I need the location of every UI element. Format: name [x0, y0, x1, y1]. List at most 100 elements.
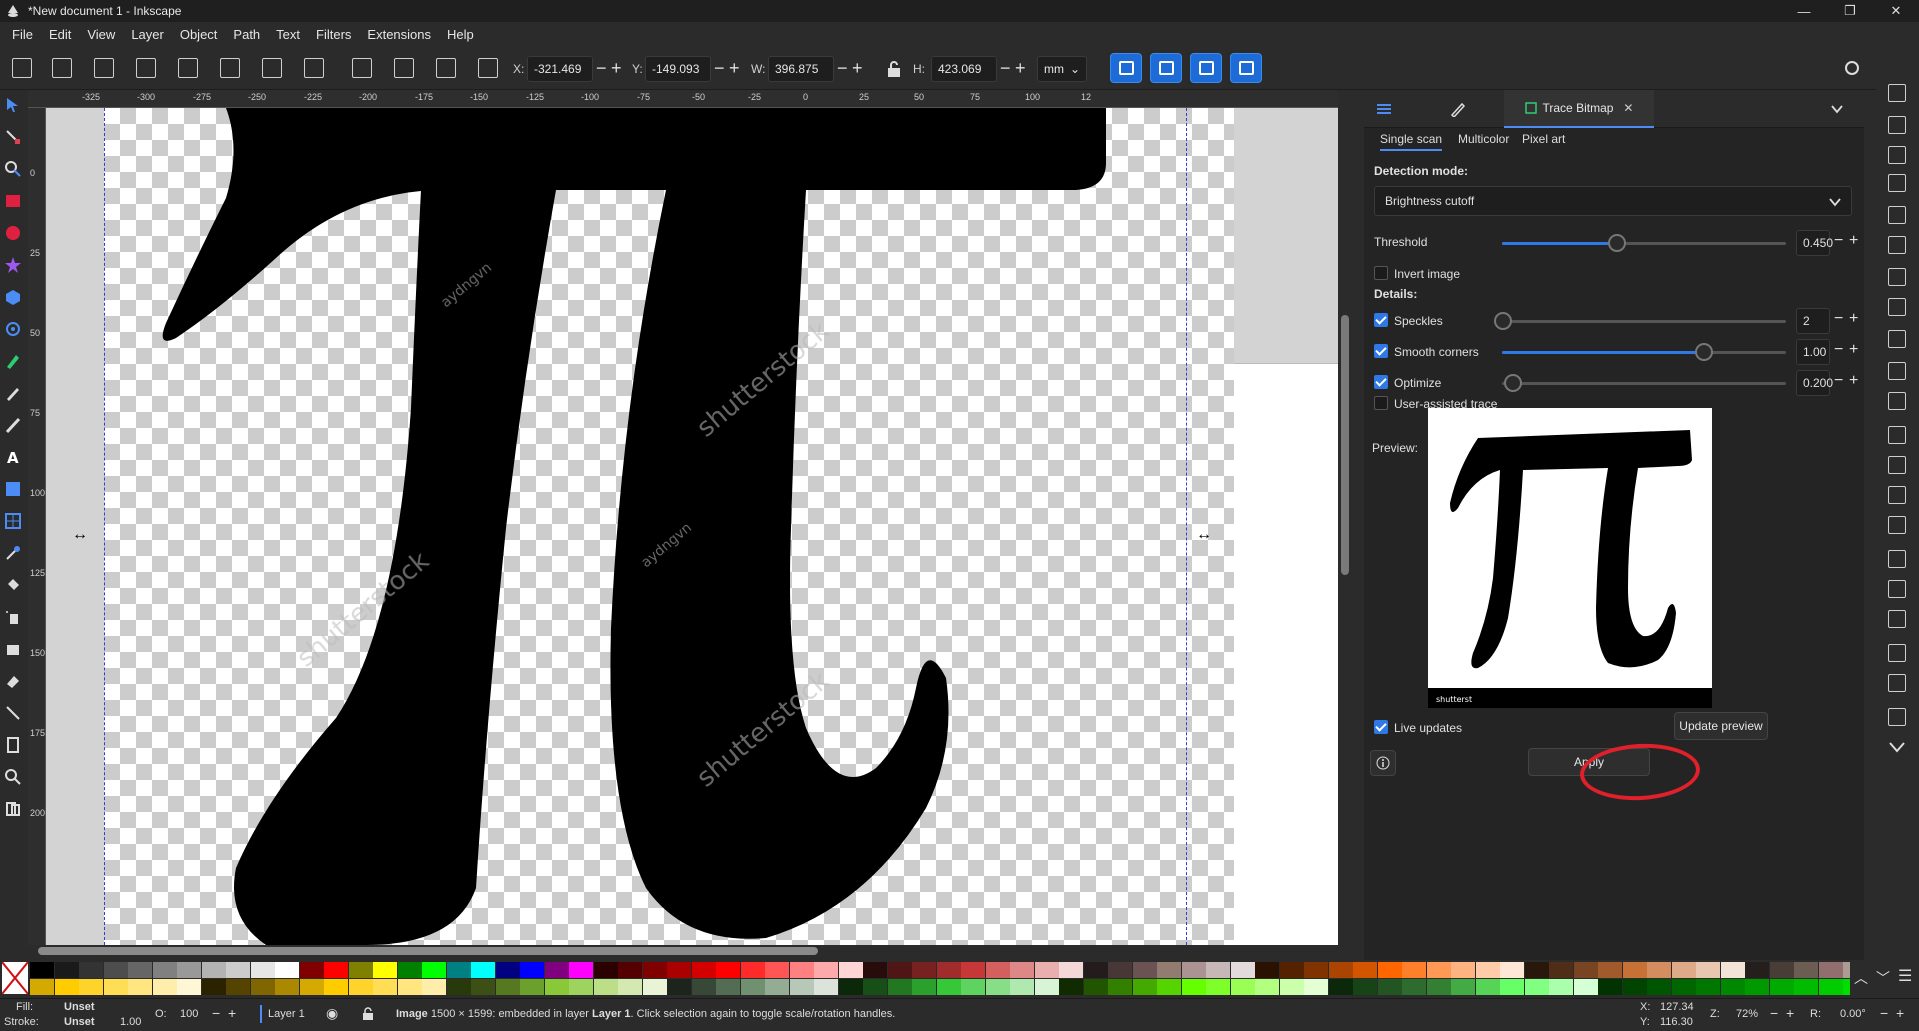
unit-select[interactable]: mm ⌄ [1037, 56, 1087, 82]
zoom-tool-icon[interactable] [4, 768, 22, 786]
color-swatch[interactable] [544, 962, 569, 978]
color-swatch[interactable] [1157, 962, 1181, 978]
tab-multicolor[interactable]: Multicolor [1458, 132, 1509, 146]
menu-help[interactable]: Help [439, 27, 482, 42]
info-button[interactable] [1370, 750, 1396, 776]
rotation-value[interactable]: 0.00° [1840, 1008, 1866, 1020]
color-swatch[interactable] [1769, 962, 1794, 978]
node-tool-icon[interactable] [4, 128, 22, 146]
threshold-slider-knob[interactable] [1608, 234, 1626, 252]
color-swatch[interactable] [1769, 979, 1794, 995]
export-icon[interactable] [1888, 236, 1906, 254]
tab-pixel-art[interactable]: Pixel art [1522, 132, 1565, 146]
scroll-thumb[interactable] [38, 947, 818, 955]
color-swatch[interactable] [593, 979, 618, 995]
fill-stroke-icon[interactable] [1450, 101, 1466, 117]
detection-mode-select[interactable]: Brightness cutoff [1374, 186, 1852, 216]
copy-icon[interactable] [1888, 330, 1906, 348]
threshold-increment[interactable]: + [1849, 231, 1858, 251]
speckles-increment[interactable]: + [1849, 309, 1858, 329]
color-swatch[interactable] [1696, 962, 1720, 978]
transform-patterns-toggle[interactable] [1230, 53, 1262, 83]
optimize-value[interactable]: 0.200 [1796, 370, 1833, 396]
color-swatch[interactable] [250, 979, 275, 995]
tweak-tool-icon[interactable] [4, 160, 22, 178]
color-swatch[interactable] [716, 979, 740, 995]
h-decrement[interactable]: − [1000, 58, 1011, 78]
optimize-checkbox[interactable] [1374, 375, 1388, 389]
color-swatch[interactable] [814, 979, 838, 995]
color-swatch[interactable] [30, 962, 54, 978]
scale-stroke-toggle[interactable] [1110, 53, 1142, 83]
color-swatch[interactable] [520, 962, 544, 978]
color-swatch[interactable] [1034, 979, 1059, 995]
color-swatch[interactable] [1622, 979, 1647, 995]
color-swatch[interactable] [1598, 979, 1622, 995]
color-swatch[interactable] [593, 962, 618, 978]
smooth-increment[interactable]: + [1849, 340, 1858, 360]
pi-image[interactable]: shutterstock shutterstock shutterstock a… [46, 108, 1338, 945]
scale-handle-left-icon[interactable]: ↔ [72, 526, 88, 544]
color-swatch[interactable] [887, 979, 912, 995]
optimize-decrement[interactable]: − [1834, 371, 1843, 391]
color-swatch[interactable] [667, 962, 691, 978]
new-document-icon[interactable] [1888, 84, 1906, 102]
color-swatch[interactable] [1818, 962, 1843, 978]
threshold-value[interactable]: 0.450 [1796, 230, 1833, 256]
measure-tool-icon[interactable] [4, 800, 22, 818]
speckles-slider-knob[interactable] [1494, 312, 1512, 330]
color-swatch[interactable] [618, 962, 642, 978]
color-swatch[interactable] [495, 979, 520, 995]
rotate-cw-icon[interactable] [220, 58, 240, 78]
print-icon[interactable] [1888, 174, 1906, 192]
color-swatch[interactable] [1181, 979, 1206, 995]
palette-scroll-down-icon[interactable]: ﹀ [1876, 968, 1890, 988]
color-swatch[interactable] [642, 979, 667, 995]
user-assisted-checkbox[interactable] [1374, 396, 1388, 410]
color-swatch[interactable] [1377, 979, 1402, 995]
zoom-page-icon[interactable] [1888, 486, 1906, 504]
color-swatch[interactable] [1671, 979, 1696, 995]
color-swatch[interactable] [79, 962, 103, 978]
lower-to-bottom-icon[interactable] [478, 58, 498, 78]
text-tool-icon[interactable]: A [4, 448, 22, 466]
color-swatch[interactable] [1353, 962, 1377, 978]
zoom-decrement[interactable]: − [1770, 1005, 1778, 1021]
zoom-selection-icon[interactable] [1888, 426, 1906, 444]
stroke-width[interactable]: 1.00 [120, 1016, 141, 1028]
unlink-clone-icon[interactable] [1888, 610, 1906, 628]
layers-icon[interactable] [1376, 102, 1392, 116]
y-field[interactable]: -149.093 [645, 56, 711, 82]
scale-handle-right-icon[interactable]: ↔ [1196, 526, 1212, 544]
color-swatch[interactable] [397, 979, 422, 995]
paint-bucket-tool-icon[interactable] [4, 576, 22, 594]
color-swatch[interactable] [912, 979, 936, 995]
color-swatch[interactable] [1083, 979, 1108, 995]
color-swatch[interactable] [1622, 962, 1647, 978]
color-swatch[interactable] [348, 962, 373, 978]
color-swatch[interactable] [1010, 962, 1034, 978]
color-swatch[interactable] [765, 962, 789, 978]
color-swatch[interactable] [1353, 979, 1377, 995]
color-swatch[interactable] [1108, 962, 1132, 978]
color-swatch[interactable] [1304, 962, 1328, 978]
color-swatch[interactable] [691, 979, 716, 995]
import-icon[interactable] [1888, 206, 1906, 224]
rotation-decrement[interactable]: − [1880, 1005, 1888, 1021]
cut-icon[interactable] [1888, 362, 1906, 380]
color-swatch[interactable] [1647, 962, 1671, 978]
rotation-increment[interactable]: + [1896, 1005, 1904, 1021]
color-swatch[interactable] [299, 979, 324, 995]
flip-vertical-icon[interactable] [304, 58, 324, 78]
color-swatch[interactable] [1132, 979, 1157, 995]
ellipse-tool-icon[interactable] [4, 224, 22, 242]
color-swatch[interactable] [177, 962, 201, 978]
3d-box-tool-icon[interactable] [4, 288, 22, 306]
color-swatch[interactable] [1475, 962, 1500, 978]
color-swatch[interactable] [740, 962, 765, 978]
color-swatch[interactable] [1181, 962, 1206, 978]
menu-extensions[interactable]: Extensions [359, 27, 439, 42]
color-swatch[interactable] [1720, 979, 1745, 995]
color-swatch[interactable] [544, 979, 569, 995]
color-swatch[interactable] [1524, 962, 1549, 978]
